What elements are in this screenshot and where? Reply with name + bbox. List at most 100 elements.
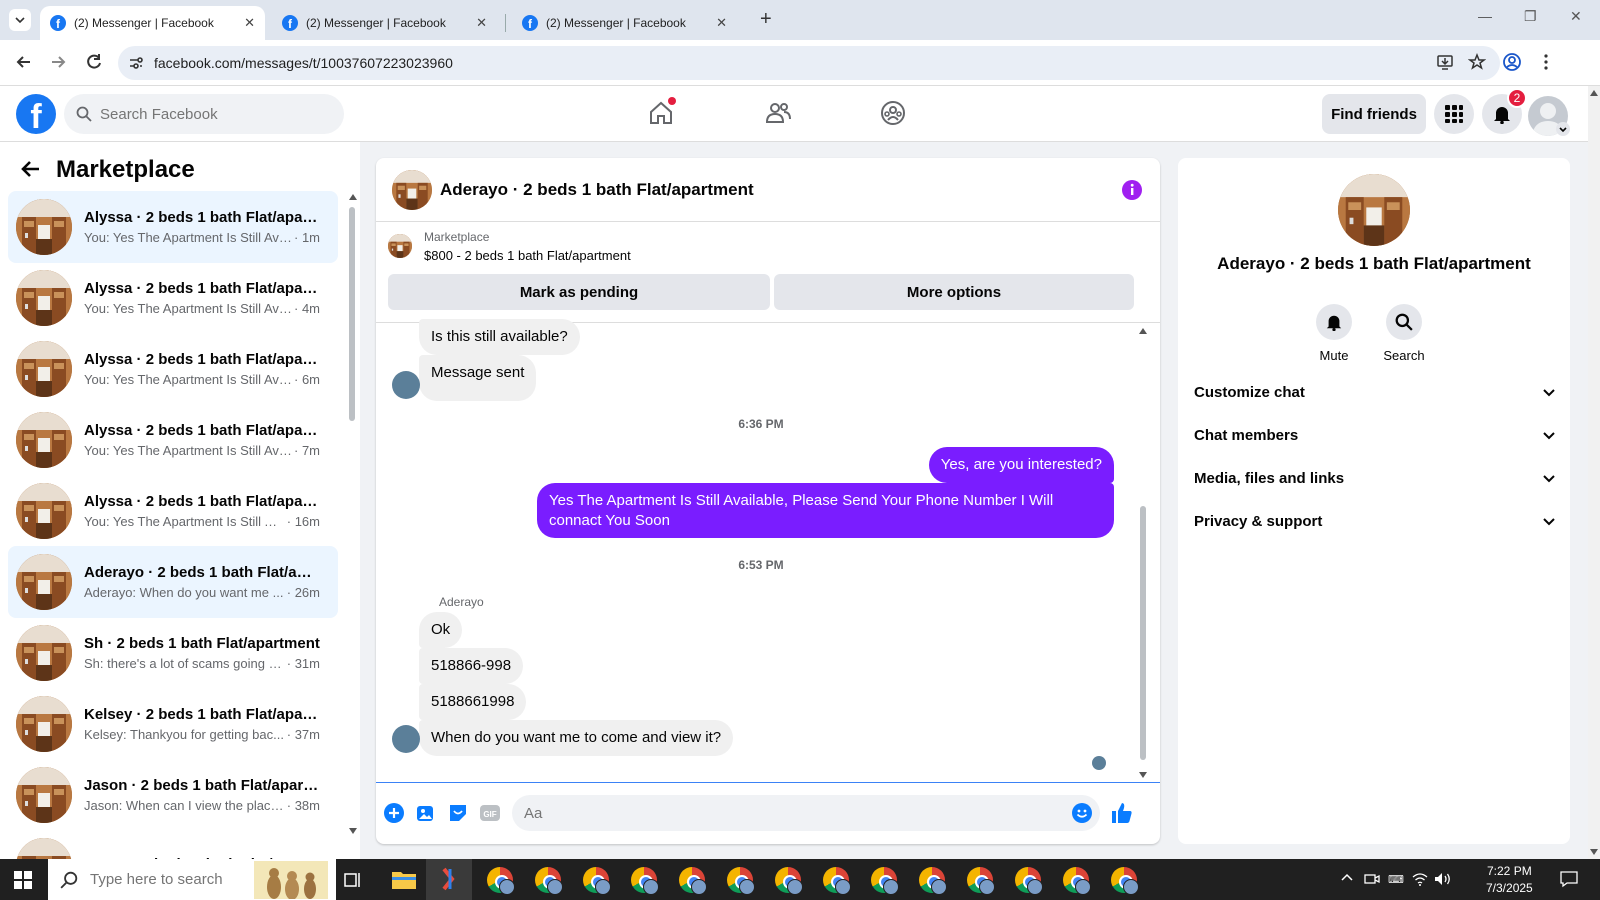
thumbs-up-icon[interactable] [1110,801,1134,825]
chrome-taskbar-icon[interactable] [871,867,899,895]
install-app-icon[interactable] [1436,53,1454,71]
media-files-links-section[interactable]: Media, files and links [1194,460,1556,496]
taskbar-search[interactable] [48,859,336,900]
notification-center-icon[interactable] [1560,870,1578,888]
back-arrow-icon[interactable] [20,158,42,180]
sender-avatar[interactable] [392,371,420,399]
chrome-taskbar-icon[interactable] [583,867,611,895]
account-chevron-icon[interactable] [1556,122,1570,136]
conversation-title[interactable]: Aderayo · 2 beds 1 bath Flat/apartment [440,180,754,200]
plus-circle-icon[interactable] [384,803,404,823]
facebook-search[interactable] [64,94,344,134]
message-bubble-incoming[interactable]: When do you want me to come and view it? [419,720,734,756]
scroll-up-arrow-icon[interactable] [349,194,357,200]
chrome-taskbar-icon[interactable] [823,867,851,895]
listing-summary[interactable]: Marketplace $800 - 2 beds 1 bath Flat/ap… [388,230,631,263]
restore-button[interactable]: ❐ [1524,8,1537,25]
close-window-button[interactable]: ✕ [1570,8,1582,25]
customize-chat-section[interactable]: Customize chat [1194,374,1556,410]
conversation-item[interactable]: Kelsey · 2 beds 1 bath Flat/apart... Kels… [8,688,338,760]
windows-start-icon[interactable] [14,871,32,889]
conversation-item[interactable]: Jason · 2 beds 1 bath Flat/apart... Jason… [8,759,338,831]
privacy-support-section[interactable]: Privacy & support [1194,503,1556,539]
facebook-logo-icon[interactable]: f [16,94,56,134]
message-bubble-incoming[interactable]: Is this still available? [419,319,580,355]
chrome-taskbar-icon[interactable] [919,867,947,895]
site-info-icon[interactable] [128,55,144,71]
chrome-taskbar-icon[interactable] [775,867,803,895]
gif-icon[interactable]: GIF [480,803,500,823]
file-explorer-icon[interactable] [392,869,416,889]
photo-icon[interactable] [416,803,436,823]
network-icon[interactable] [1412,871,1428,887]
mark-as-pending-button[interactable]: Mark as pending [388,274,770,310]
address-bar[interactable]: facebook.com/messages/t/1003760722302396… [118,46,1500,80]
message-bubble-incoming[interactable]: 518866-998 [419,648,524,684]
reload-icon[interactable] [84,52,104,72]
taskbar-search-input[interactable] [90,871,250,888]
more-options-button[interactable]: More options [774,274,1134,310]
chrome-taskbar-icon[interactable] [535,867,563,895]
volume-icon[interactable] [1434,871,1452,887]
browser-menu-icon[interactable] [1540,52,1552,72]
sticker-icon[interactable] [448,803,468,823]
close-tab-icon[interactable]: ✕ [716,15,727,31]
conversation-item[interactable]: Alyssa · 2 beds 1 bath Flat/apart... You:… [8,404,338,476]
search-in-conversation-action[interactable]: Search [1364,304,1444,363]
meet-now-icon[interactable] [1364,871,1380,887]
page-scrollbar[interactable] [1588,86,1600,859]
scroll-down-arrow-icon[interactable] [1139,772,1147,778]
browser-tab-3[interactable]: f (2) Messenger | Facebook ✕ [512,6,737,40]
conversation-item[interactable]: Alyssa · 2 beds 1 bath Flat/apart... You:… [8,191,338,263]
chat-members-section[interactable]: Chat members [1194,417,1556,453]
conversation-item[interactable]: Aderayo · 2 beds 1 bath Flat/apa... Adera… [8,546,338,618]
message-input-box[interactable] [512,795,1100,831]
browser-tab-1[interactable]: f (2) Messenger | Facebook ✕ [40,6,265,40]
chrome-taskbar-icon[interactable] [487,867,515,895]
forward-arrow-icon[interactable] [48,52,68,72]
listing-avatar[interactable] [392,170,432,210]
browser-tab-2[interactable]: f (2) Messenger | Facebook ✕ [272,6,497,40]
message-bubble-outgoing[interactable]: Yes, are you interested? [928,447,1114,483]
chat-list-scroll-thumb[interactable] [349,207,355,421]
message-bubble-incoming[interactable]: Message sent [419,355,537,401]
message-bubble-incoming[interactable]: 5188661998 [419,684,527,720]
message-bubble-outgoing[interactable]: Yes The Apartment Is Still Available, Pl… [537,483,1114,538]
chrome-taskbar-icon[interactable] [1015,867,1043,895]
scroll-up-arrow-icon[interactable] [1139,328,1147,334]
chrome-taskbar-icon[interactable] [967,867,995,895]
conversation-item[interactable]: Alyssa · 2 beds 1 bath Flat/apart... You:… [8,333,338,405]
system-clock[interactable]: 7:22 PM 7/3/2025 [1486,863,1533,897]
chrome-taskbar-icon[interactable] [1111,867,1139,895]
mute-action[interactable]: Mute [1294,304,1374,363]
tab-search-button[interactable] [9,9,31,31]
find-friends-button[interactable]: Find friends [1322,94,1426,134]
message-scroll-thumb[interactable] [1140,506,1146,760]
chrome-taskbar-icon[interactable] [1063,867,1091,895]
sender-avatar[interactable] [392,725,420,753]
show-hidden-icons-icon[interactable] [1340,871,1354,885]
scroll-up-arrow-icon[interactable] [1590,90,1598,96]
profile-icon[interactable] [1502,52,1522,72]
info-icon[interactable] [1122,180,1142,200]
chrome-taskbar-icon[interactable] [679,867,707,895]
close-tab-icon[interactable]: ✕ [476,15,487,31]
back-arrow-icon[interactable] [14,52,34,72]
new-tab-button[interactable]: + [760,8,772,31]
input-language-icon[interactable]: ⌨ [1388,871,1404,887]
listing-avatar[interactable] [1338,174,1410,246]
chrome-taskbar-icon[interactable] [727,867,755,895]
active-app-slot[interactable] [426,859,472,900]
conversation-item[interactable]: Alyssa · 2 beds 1 bath Flat/apart... You:… [8,262,338,334]
message-input[interactable] [524,804,1044,822]
message-bubble-incoming[interactable]: Ok [419,612,463,648]
scroll-down-arrow-icon[interactable] [349,828,357,834]
friends-icon[interactable] [764,100,792,126]
emoji-icon[interactable] [1072,803,1092,823]
menu-button[interactable] [1434,94,1474,134]
conversation-item[interactable]: Sh · 2 beds 1 bath Flat/apartment Sh: the… [8,617,338,689]
bookmark-star-icon[interactable] [1468,53,1486,71]
chrome-taskbar-icon[interactable] [631,867,659,895]
scroll-down-arrow-icon[interactable] [1590,849,1598,855]
task-view-icon[interactable] [344,871,362,889]
